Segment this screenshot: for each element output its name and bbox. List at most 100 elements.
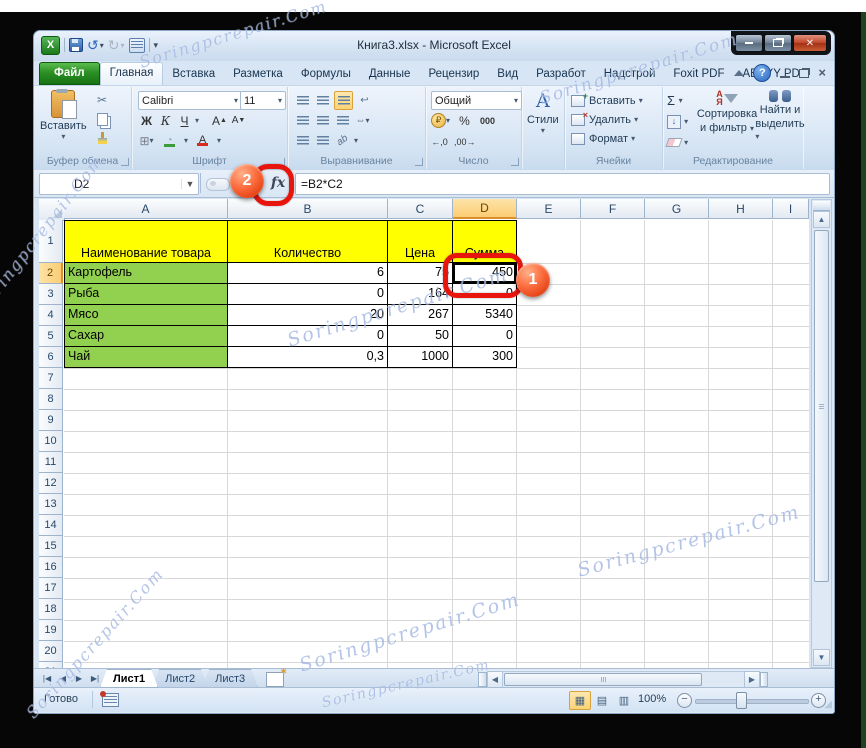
- cell-A6[interactable]: Чай: [64, 347, 228, 368]
- vertical-scrollbar[interactable]: ▲ ▼: [811, 199, 832, 668]
- align-top-button[interactable]: [294, 92, 311, 109]
- column-header-E[interactable]: E: [517, 199, 581, 219]
- cell-C4[interactable]: 267: [388, 305, 453, 326]
- comma-style-button[interactable]: 000: [479, 112, 496, 129]
- decrease-decimal-button[interactable]: ,00→: [454, 133, 476, 150]
- cell-B2[interactable]: 6: [228, 263, 388, 284]
- paste-button[interactable]: Вставить ▾: [40, 89, 87, 141]
- row-header-2[interactable]: 2: [39, 263, 63, 284]
- copy-button[interactable]: [92, 110, 112, 128]
- row-header-10[interactable]: 10: [39, 431, 63, 452]
- workbook-restore-icon[interactable]: [799, 68, 810, 78]
- sheet-tab-Лист2[interactable]: Лист2: [152, 669, 208, 688]
- row-header-20[interactable]: 20: [39, 641, 63, 662]
- row-header-1[interactable]: 1: [39, 220, 63, 263]
- row-header-17[interactable]: 17: [39, 578, 63, 599]
- sheet-tab-Лист1[interactable]: Лист1: [100, 669, 158, 688]
- row-header-19[interactable]: 19: [39, 620, 63, 641]
- align-right-button[interactable]: [334, 112, 351, 129]
- column-header-D[interactable]: D: [453, 199, 517, 219]
- restore-button[interactable]: [764, 34, 792, 52]
- merge-center-button[interactable]: ⇔ ▾: [354, 112, 371, 129]
- row-header-7[interactable]: 7: [39, 368, 63, 389]
- align-center-button[interactable]: [314, 112, 331, 129]
- tab-Формулы[interactable]: Формулы: [292, 64, 360, 85]
- insert-cells-button[interactable]: + Вставить ▾: [571, 91, 643, 110]
- tab-Foxit PDF[interactable]: Foxit PDF: [664, 64, 733, 85]
- borders-button[interactable]: ⊞ ▾: [138, 132, 155, 149]
- align-middle-button[interactable]: [314, 92, 331, 109]
- table-header-cell[interactable]: Наименование товара: [64, 220, 228, 263]
- normal-view-button[interactable]: ▦: [569, 691, 591, 710]
- fill-button[interactable]: ↓ ▾: [667, 112, 688, 131]
- column-header-A[interactable]: A: [64, 199, 228, 219]
- increase-decimal-button[interactable]: ←,0: [431, 133, 448, 150]
- number-dialog-launcher[interactable]: [511, 158, 519, 166]
- find-select-button[interactable]: Найти и выделить ▾: [755, 90, 805, 142]
- tab-Данные[interactable]: Данные: [360, 64, 420, 85]
- row-header-8[interactable]: 8: [39, 389, 63, 410]
- fill-color-button[interactable]: ◔: [161, 132, 178, 149]
- cell-styles-button[interactable]: А Стили ▾: [527, 90, 559, 135]
- column-header-H[interactable]: H: [709, 199, 773, 219]
- sheet-tab-Лист3[interactable]: Лист3: [202, 669, 258, 688]
- accounting-format-button[interactable]: ₽ ▾: [431, 112, 450, 129]
- tab-Разработ[interactable]: Разработ: [527, 64, 595, 85]
- font-family-select[interactable]: Calibri ▾: [138, 91, 242, 110]
- tab-Разметка[interactable]: Разметка: [224, 64, 292, 85]
- page-break-view-button[interactable]: ▥: [613, 691, 635, 710]
- cell-B6[interactable]: 0,3: [228, 347, 388, 368]
- chevron-down-icon[interactable]: ▼: [181, 179, 198, 189]
- number-format-select[interactable]: Общий ▾: [431, 91, 522, 110]
- bold-button[interactable]: Ж: [138, 112, 155, 129]
- alignment-dialog-launcher[interactable]: [415, 158, 423, 166]
- resize-grip[interactable]: ◢: [824, 699, 832, 710]
- orientation-button[interactable]: ab: [331, 129, 355, 153]
- grow-font-button[interactable]: А ▲: [211, 112, 228, 129]
- wrap-text-button[interactable]: ↩: [356, 92, 373, 109]
- clipboard-dialog-launcher[interactable]: [121, 158, 129, 166]
- scrollbar-resize-handle[interactable]: [760, 672, 768, 687]
- prev-sheet-button[interactable]: ◀: [56, 671, 70, 685]
- percent-style-button[interactable]: %: [456, 112, 473, 129]
- column-header-B[interactable]: B: [228, 199, 388, 219]
- underline-button[interactable]: Ч: [176, 112, 193, 129]
- insert-worksheet-button[interactable]: [266, 667, 287, 687]
- cell-B5[interactable]: 0: [228, 326, 388, 347]
- decrease-indent-button[interactable]: [294, 132, 311, 149]
- cell-A4[interactable]: Мясо: [64, 305, 228, 326]
- cell-A3[interactable]: Рыба: [64, 284, 228, 305]
- cell-D4[interactable]: 5340: [453, 305, 517, 326]
- increase-indent-button[interactable]: [314, 132, 331, 149]
- row-header-9[interactable]: 9: [39, 410, 63, 431]
- tab-Вставка[interactable]: Вставка: [163, 64, 224, 85]
- format-painter-button[interactable]: [92, 129, 112, 147]
- cell-C5[interactable]: 50: [388, 326, 453, 347]
- help-icon[interactable]: ?: [753, 64, 772, 82]
- select-all-corner[interactable]: [39, 199, 65, 221]
- tab-Рецензир[interactable]: Рецензир: [419, 64, 488, 85]
- zoom-slider-track[interactable]: [695, 699, 809, 704]
- row-header-16[interactable]: 16: [39, 557, 63, 578]
- cell-B4[interactable]: 20: [228, 305, 388, 326]
- row-header-5[interactable]: 5: [39, 326, 63, 347]
- row-header-11[interactable]: 11: [39, 452, 63, 473]
- format-cells-button[interactable]: Формат ▾: [571, 129, 643, 148]
- row-header-15[interactable]: 15: [39, 536, 63, 557]
- next-sheet-button[interactable]: ▶: [72, 671, 86, 685]
- tab-split-handle[interactable]: [478, 672, 487, 687]
- tab-Вид[interactable]: Вид: [488, 64, 527, 85]
- font-size-select[interactable]: 11 ▾: [240, 91, 286, 110]
- sort-filter-button[interactable]: АЯ Сортировка и фильтр ▾: [697, 90, 757, 135]
- font-color-button[interactable]: А: [194, 132, 211, 149]
- delete-cells-button[interactable]: × Удалить ▾: [571, 110, 643, 129]
- cell-D5[interactable]: 0: [453, 326, 517, 347]
- tab-Надстрой[interactable]: Надстрой: [595, 64, 665, 85]
- row-header-18[interactable]: 18: [39, 599, 63, 620]
- cell-A5[interactable]: Сахар: [64, 326, 228, 347]
- row-header-4[interactable]: 4: [39, 305, 63, 326]
- tab-Главная[interactable]: Главная: [99, 62, 164, 85]
- row-header-3[interactable]: 3: [39, 284, 63, 305]
- scroll-down-arrow[interactable]: ▼: [813, 649, 830, 666]
- table-header-cell[interactable]: Количество: [228, 220, 388, 263]
